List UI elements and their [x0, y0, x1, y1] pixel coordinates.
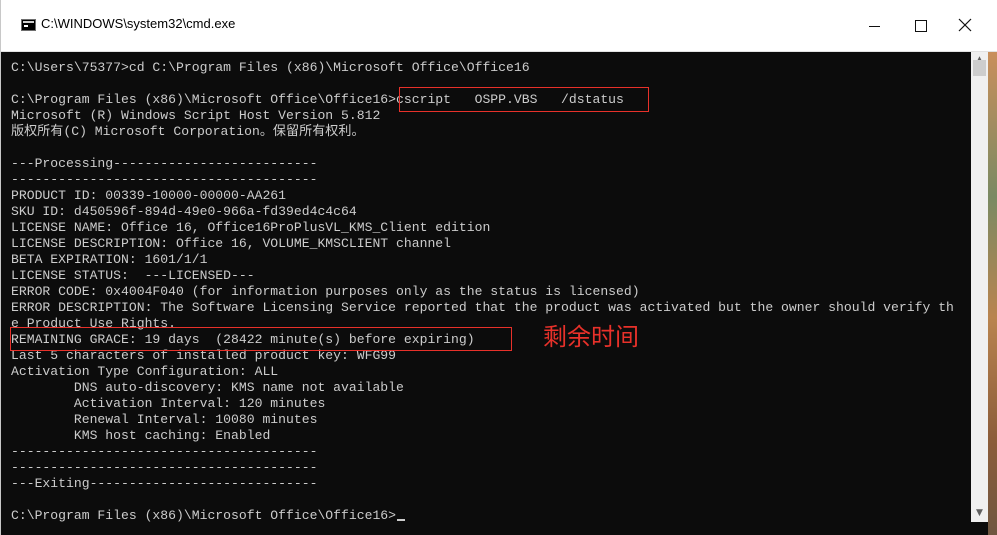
remaining-time-annotation: 剩余时间: [543, 323, 639, 351]
cmd-window: C:\WINDOWS\system32\cmd.exe C:\Users\753…: [0, 0, 997, 535]
vertical-scrollbar[interactable]: ▲ ▼: [971, 52, 988, 522]
minimize-button[interactable]: [851, 0, 897, 52]
title-bar[interactable]: C:\WINDOWS\system32\cmd.exe: [1, 0, 997, 52]
command-highlight-box: [399, 87, 649, 112]
console-line: KMS host caching: Enabled: [11, 428, 271, 443]
console-line: ---------------------------------------: [11, 444, 318, 459]
console-line: DNS auto-discovery: KMS name not availab…: [11, 380, 404, 395]
close-icon: [958, 18, 972, 32]
console-output[interactable]: C:\Users\75377>cd C:\Program Files (x86)…: [11, 52, 971, 535]
maximize-button[interactable]: [897, 0, 943, 52]
console-line: C:\Users\75377>cd C:\Program Files (x86)…: [11, 60, 530, 75]
cmd-icon: [21, 19, 36, 31]
console-line: ---Processing--------------------------: [11, 156, 318, 171]
scroll-down-arrow-icon[interactable]: ▼: [971, 505, 988, 522]
console-line: PRODUCT ID: 00339-10000-00000-AA261: [11, 188, 287, 203]
minimize-icon: [869, 26, 880, 27]
console-line: 版权所有(C) Microsoft Corporation。保留所有权利。: [11, 124, 365, 139]
scrollbar-thumb[interactable]: [973, 60, 986, 76]
console-line: Activation Interval: 120 minutes: [11, 396, 326, 411]
console-line: LICENSE STATUS: ---LICENSED---: [11, 268, 255, 283]
console-line: ERROR CODE: 0x4004F040 (for information …: [11, 284, 640, 299]
maximize-icon: [915, 20, 927, 32]
console-line: BETA EXPIRATION: 1601/1/1: [11, 252, 208, 267]
console-line: SKU ID: d450596f-894d-49e0-966a-fd39ed4c…: [11, 204, 357, 219]
console-line: ---------------------------------------: [11, 172, 318, 187]
text-cursor: [397, 519, 406, 521]
console-line: LICENSE DESCRIPTION: Office 16, VOLUME_K…: [11, 236, 452, 251]
console-line: LICENSE NAME: Office 16, Office16ProPlus…: [11, 220, 491, 235]
console-line: ERROR DESCRIPTION: The Software Licensin…: [11, 300, 954, 315]
desktop-background: [988, 52, 997, 535]
console-line: Renewal Interval: 10080 minutes: [11, 412, 318, 427]
console-line: Activation Type Configuration: ALL: [11, 364, 279, 379]
grace-highlight-box: [10, 327, 512, 351]
console-line: ---Exiting-----------------------------: [11, 476, 318, 491]
console-prompt-line[interactable]: C:\Program Files (x86)\Microsoft Office\…: [11, 508, 406, 524]
console-line: ---------------------------------------: [11, 460, 318, 475]
console-line: Microsoft (R) Windows Script Host Versio…: [11, 108, 381, 123]
console-prompt: C:\Program Files (x86)\Microsoft Office\…: [11, 508, 397, 523]
close-button[interactable]: [943, 0, 989, 52]
window-title: C:\WINDOWS\system32\cmd.exe: [41, 16, 236, 31]
